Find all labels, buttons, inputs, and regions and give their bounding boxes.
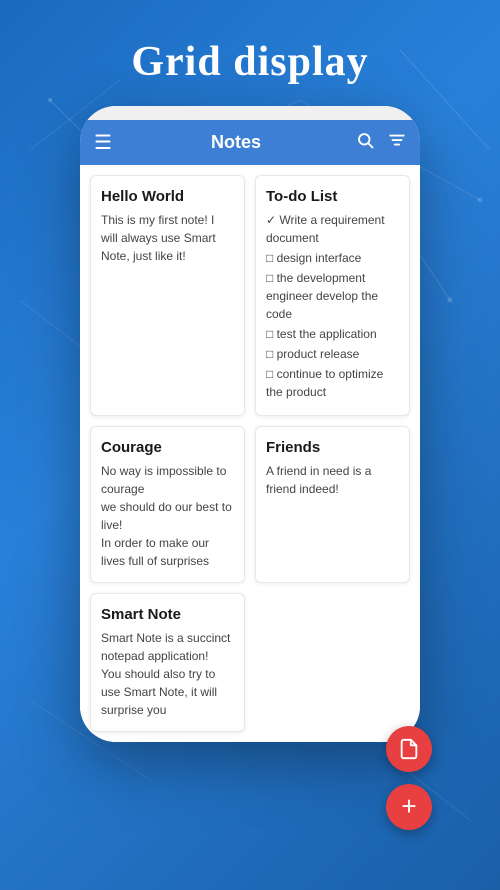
phone-mockup: ☰ Notes Hello World This is my fir	[80, 106, 420, 742]
fab-container: +	[386, 726, 432, 830]
note-todo-list[interactable]: To-do List ✓ Write a requirement documen…	[255, 175, 410, 416]
add-fab[interactable]: +	[386, 784, 432, 830]
note-courage[interactable]: Courage No way is impossible to couragew…	[90, 426, 245, 583]
app-bar: ☰ Notes	[80, 120, 420, 165]
search-icon[interactable]	[356, 131, 374, 154]
note-smart-note[interactable]: Smart Note Smart Note is a succinct note…	[90, 593, 245, 732]
app-title: Notes	[126, 132, 346, 153]
note-title: Courage	[101, 439, 234, 456]
new-note-fab[interactable]	[386, 726, 432, 772]
note-body: A friend in need is a friend indeed!	[266, 462, 399, 498]
menu-icon[interactable]: ☰	[94, 130, 112, 155]
note-title: Friends	[266, 439, 399, 456]
filter-icon[interactable]	[388, 131, 406, 154]
note-body: This is my first note! I will always use…	[101, 211, 234, 265]
note-body: No way is impossible to couragewe should…	[101, 462, 234, 570]
note-title: Smart Note	[101, 606, 234, 623]
page-title: Grid display	[0, 0, 500, 106]
notes-grid: Hello World This is my first note! I wil…	[80, 165, 420, 742]
app-bar-actions	[356, 131, 406, 154]
note-title: To-do List	[266, 188, 399, 205]
note-friends[interactable]: Friends A friend in need is a friend ind…	[255, 426, 410, 583]
note-title: Hello World	[101, 188, 234, 205]
phone-status-bar	[80, 106, 420, 120]
note-hello-world[interactable]: Hello World This is my first note! I wil…	[90, 175, 245, 416]
plus-icon: +	[401, 793, 416, 819]
note-body: Smart Note is a succinct notepad applica…	[101, 629, 234, 719]
note-body: ✓ Write a requirement document □ design …	[266, 211, 399, 401]
